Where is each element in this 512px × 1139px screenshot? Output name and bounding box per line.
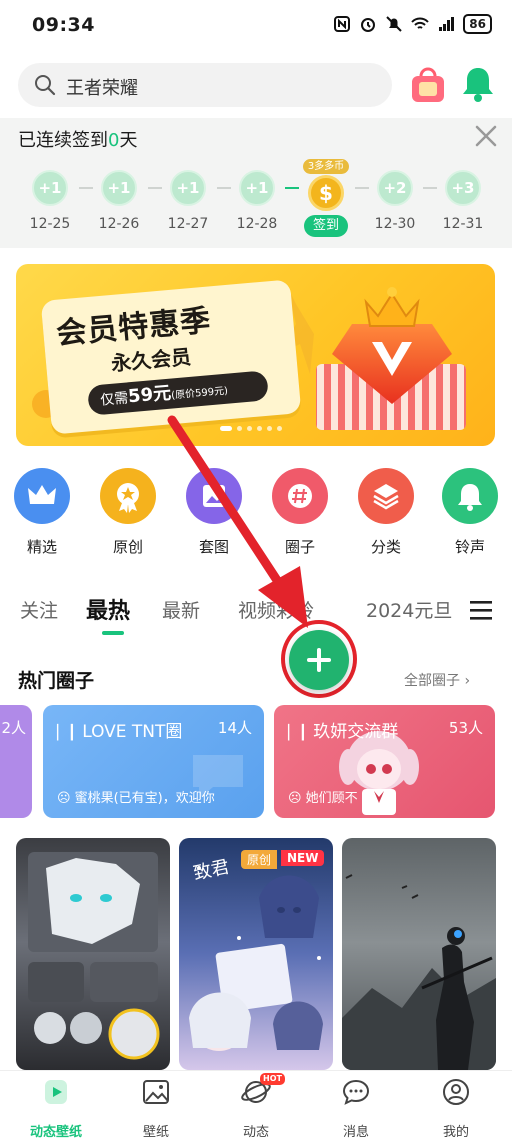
circle-count: 53人 xyxy=(448,719,483,737)
close-icon[interactable] xyxy=(472,122,500,150)
circle-card[interactable]: ▏┃ LOVE TNT圈 14人 ☹ 蜜桃果(已有宝)，欢迎你 xyxy=(43,705,264,818)
circle-count: 14人 xyxy=(217,719,252,737)
mute-bell-icon xyxy=(386,16,403,32)
checkin-day: +1 12-27 xyxy=(158,170,218,232)
circle-message: ☹ 蜜桃果(已有宝)，欢迎你 xyxy=(57,791,215,806)
tab-video-ringtone[interactable]: 视频彩铃 xyxy=(238,596,314,623)
coin-icon: $ xyxy=(308,175,344,211)
tab-follow[interactable]: 关注 xyxy=(20,596,58,623)
category-album[interactable]: 套图 xyxy=(176,468,252,557)
nav-messages[interactable]: 消息 xyxy=(316,1077,396,1139)
status-icons: 86 xyxy=(333,14,492,34)
search-icon xyxy=(35,75,56,96)
checkin-title: 已连续签到0天 xyxy=(18,130,138,151)
tab-new[interactable]: 最新 xyxy=(162,596,200,623)
chat-icon xyxy=(342,1079,370,1105)
category-row: 精选 原创 套图 圈子 分类 铃声 xyxy=(0,468,512,560)
album-icon xyxy=(186,468,242,524)
wallpaper-warrior-silhouette xyxy=(342,874,496,1070)
circle-name: ▏┃ 玖妍交流群 xyxy=(288,722,399,742)
create-post-button[interactable] xyxy=(289,630,349,690)
bell-icon xyxy=(442,468,498,524)
checkin-button[interactable]: 签到 xyxy=(304,215,348,237)
category-featured[interactable]: 精选 xyxy=(4,468,80,557)
checkin-day: +1 12-25 xyxy=(20,170,80,232)
signal-icon xyxy=(439,17,455,31)
hot-badge: HOT xyxy=(260,1073,285,1085)
circle-name: ▏┃ LOVE TNT圈 xyxy=(57,722,183,742)
circle-message: ☹ 她们顾不 xyxy=(288,791,358,806)
checkin-day: +1 12-26 xyxy=(89,170,149,232)
nav-profile[interactable]: 我的 xyxy=(416,1077,496,1139)
status-bar: 09:34 86 xyxy=(0,0,512,52)
original-badge: 原创 xyxy=(241,850,278,869)
status-time: 09:34 xyxy=(32,14,95,36)
circle-card[interactable]: ▏┃ 玖妍交流群 53人 ☹ 她们顾不 xyxy=(274,705,495,818)
category-ringtone[interactable]: 铃声 xyxy=(432,468,508,557)
nav-moments[interactable]: HOT 动态 xyxy=(216,1073,296,1139)
wallpaper-card[interactable] xyxy=(16,838,170,1070)
nfc-icon xyxy=(334,16,351,32)
checkin-day: +1 12-28 xyxy=(227,170,287,232)
checkin-today[interactable]: 3多多币 $ 签到 xyxy=(300,154,352,237)
checkin-panel: 已连续签到0天 +1 12-25 +1 12-26 +1 12-27 +1 12-28 … xyxy=(0,118,512,248)
search-placeholder: 王者荣耀 xyxy=(66,78,138,99)
layers-icon xyxy=(358,468,414,524)
section-title: 热门圈子 xyxy=(18,670,95,692)
battery-indicator: 86 xyxy=(463,14,492,34)
checkin-day: +2 12-30 xyxy=(365,170,425,232)
medal-icon xyxy=(100,468,156,524)
menu-icon[interactable] xyxy=(468,598,494,622)
content-tabs: 关注 最热 最新 视频彩铃 2024元旦 xyxy=(0,590,512,635)
category-classify[interactable]: 分类 xyxy=(348,468,424,557)
circle-card[interactable]: 2人 xyxy=(0,705,32,818)
nav-wallpaper[interactable]: 壁纸 xyxy=(116,1077,196,1139)
wifi-icon xyxy=(411,17,430,29)
checkin-day: +3 12-31 xyxy=(433,170,493,232)
wallpaper-card[interactable] xyxy=(342,838,496,1070)
user-icon xyxy=(443,1079,469,1105)
hash-icon xyxy=(272,468,328,524)
wallpaper-card[interactable]: 原创 NEW 致君 xyxy=(179,838,333,1070)
active-tab-indicator xyxy=(102,631,124,635)
search-input[interactable]: 王者荣耀 xyxy=(18,63,392,107)
nav-live-wallpaper[interactable]: 动态壁纸 xyxy=(16,1077,96,1139)
category-original[interactable]: 原创 xyxy=(90,468,166,557)
image-icon xyxy=(143,1080,169,1104)
new-badge: NEW xyxy=(281,850,325,866)
play-icon xyxy=(45,1080,67,1104)
coin-badge: 3多多币 xyxy=(302,159,350,174)
shopping-bag-icon[interactable] xyxy=(408,62,448,106)
all-circles-link[interactable]: 全部圈子 › xyxy=(404,670,470,690)
banner-pagination xyxy=(220,426,282,431)
bottom-navigation: 动态壁纸 壁纸 HOT 动态 消息 我的 xyxy=(0,1070,512,1139)
wallpaper-anime-boy xyxy=(28,852,160,1060)
notification-bell-icon[interactable] xyxy=(458,62,498,106)
promo-banner[interactable]: 会员特惠季 永久会员 仅需59元(原价599元) xyxy=(16,264,495,446)
tab-hot[interactable]: 最热 xyxy=(86,593,130,625)
alarm-icon xyxy=(361,18,376,32)
tab-new-year[interactable]: 2024元旦 xyxy=(366,596,452,623)
crown-icon xyxy=(14,468,70,524)
category-circles[interactable]: 圈子 xyxy=(262,468,338,557)
